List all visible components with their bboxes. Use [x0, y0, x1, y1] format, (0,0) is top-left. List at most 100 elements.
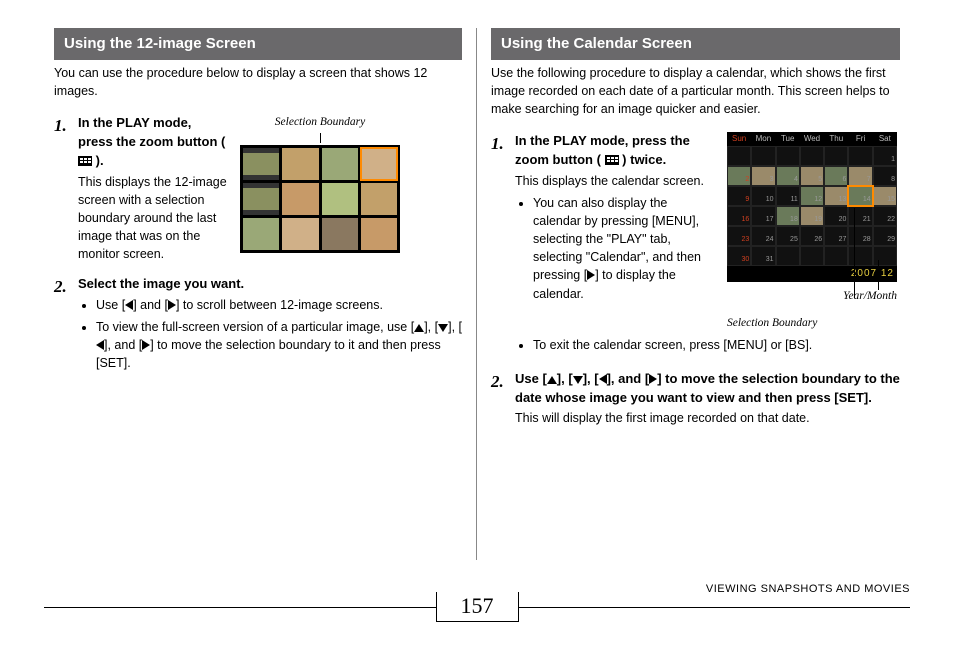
calendar-cell: 19 [800, 206, 824, 226]
calendar-cell: 18 [776, 206, 800, 226]
figure-12image: Selection Boundary [240, 114, 400, 253]
step-number: 1. [54, 114, 72, 263]
calendar-day-header: Fri [848, 132, 872, 146]
step-desc: This will display the first image record… [515, 409, 900, 427]
calendar-cell: 26 [800, 226, 824, 246]
calendar-cell: 30 [727, 246, 751, 266]
calendar-cell [848, 146, 872, 166]
calendar-cell: 20 [824, 206, 848, 226]
calendar-day-header: Sun [727, 132, 751, 146]
bullet-list: Use [] and [] to scroll between 12-image… [78, 296, 462, 373]
right-arrow-icon [587, 270, 595, 280]
calendar-cell-selected: 14 [848, 186, 872, 206]
calendar-cell [776, 146, 800, 166]
text: Use [ [515, 371, 547, 386]
calendar-cell: 5 [800, 166, 824, 186]
callout-line [878, 260, 879, 290]
list-item: Use [] and [] to scroll between 12-image… [96, 296, 462, 314]
thumb-cell-selected [361, 148, 397, 180]
caption-selection-boundary: Selection Boundary [240, 114, 400, 131]
footer-rule [44, 607, 436, 608]
down-arrow-icon [438, 324, 448, 332]
calendar-cell: 25 [776, 226, 800, 246]
calendar-cell: 12 [800, 186, 824, 206]
left-arrow-icon [599, 374, 607, 384]
calendar-cell [848, 246, 872, 266]
step-title-a: In the PLAY mode, press the zoom button … [78, 115, 225, 149]
calendar-cell [800, 246, 824, 266]
calendar-cell: 2 [727, 166, 751, 186]
left-column: Using the 12-image Screen You can use th… [44, 28, 477, 560]
calendar-cell: 4 [776, 166, 800, 186]
right-arrow-icon [649, 374, 657, 384]
calendar-day-header: Sat [873, 132, 897, 146]
callout-line [854, 208, 855, 298]
step-desc: This displays the calendar screen. [515, 172, 715, 190]
calendar-header-row: SunMonTueWedThuFriSat [727, 132, 897, 146]
calendar-day-header: Mon [751, 132, 775, 146]
calendar-cell: 24 [751, 226, 775, 246]
thumb-cell [322, 148, 358, 180]
calendar-cell: 16 [727, 206, 751, 226]
step-title-b: ). [96, 153, 104, 168]
step-1: 1. In the PLAY mode, press the zoom butt… [491, 132, 900, 358]
text: To view the full-screen version of a par… [96, 320, 414, 334]
calendar-body: 1234567891011121314151617181920212223242… [727, 146, 897, 266]
calendar-cell: 10 [751, 186, 775, 206]
thumb-cell [361, 218, 397, 250]
calendar-cell: 11 [776, 186, 800, 206]
figure-calendar: SunMonTueWedThuFriSat 123456789101112131… [727, 132, 897, 331]
step-number: 2. [491, 370, 509, 428]
calendar-cell: 17 [751, 206, 775, 226]
list-item: You can also display the calendar by pre… [533, 194, 715, 303]
text: ], [ [583, 371, 599, 386]
calendar-cell [800, 146, 824, 166]
zoom-out-grid-icon [605, 155, 619, 165]
step-1: 1. In the PLAY mode, press the zoom butt… [54, 114, 462, 263]
thumb-cell [322, 183, 358, 215]
calendar-cell [727, 146, 751, 166]
calendar-cell: 13 [824, 186, 848, 206]
list-item: To view the full-screen version of a par… [96, 318, 462, 372]
step-title: In the PLAY mode, press the zoom button … [515, 132, 715, 170]
caption-selection-boundary: Selection Boundary [727, 315, 897, 332]
calendar-cell: 31 [751, 246, 775, 266]
calendar-screen: SunMonTueWedThuFriSat 123456789101112131… [727, 132, 897, 282]
calendar-cell: 9 [727, 186, 751, 206]
thumb-cell [243, 183, 279, 215]
calendar-cell: 27 [824, 226, 848, 246]
text: ], [ [424, 320, 438, 334]
thumb-cell [282, 183, 318, 215]
thumb-cell [282, 218, 318, 250]
calendar-cell: 29 [873, 226, 897, 246]
calendar-day-header: Thu [824, 132, 848, 146]
calendar-cell: 15 [873, 186, 897, 206]
step-title-b: ) twice. [622, 152, 666, 167]
up-arrow-icon [547, 376, 557, 384]
calendar-cell [873, 246, 897, 266]
calendar-day-header: Tue [776, 132, 800, 146]
calendar-cell: 7 [848, 166, 872, 186]
section-header-calendar: Using the Calendar Screen [491, 28, 900, 60]
caption-line [320, 133, 321, 143]
page-footer: 157 [0, 592, 954, 622]
list-item: To exit the calendar screen, press [MENU… [533, 336, 900, 354]
calendar-cell [824, 146, 848, 166]
text: ] to scroll between 12-image screens. [176, 298, 383, 312]
intro-text: Use the following procedure to display a… [491, 64, 900, 118]
zoom-out-grid-icon [78, 156, 92, 166]
thumb-cell [322, 218, 358, 250]
step-title: In the PLAY mode, press the zoom button … [78, 114, 228, 171]
right-column: Using the Calendar Screen Use the follow… [477, 28, 910, 560]
bullet-list: To exit the calendar screen, press [MENU… [515, 336, 900, 354]
step-title: Use [], [], [], and [] to move the selec… [515, 370, 900, 408]
step-desc: This displays the 12-image screen with a… [78, 173, 228, 264]
calendar-cell: 1 [873, 146, 897, 166]
calendar-cell: 28 [848, 226, 872, 246]
step-2: 2. Select the image you want. Use [] and… [54, 275, 462, 376]
footer-rule [519, 607, 911, 608]
calendar-cell: 6 [824, 166, 848, 186]
text: ], and [ [607, 371, 650, 386]
thumb-grid [240, 145, 400, 253]
thumb-cell [243, 218, 279, 250]
